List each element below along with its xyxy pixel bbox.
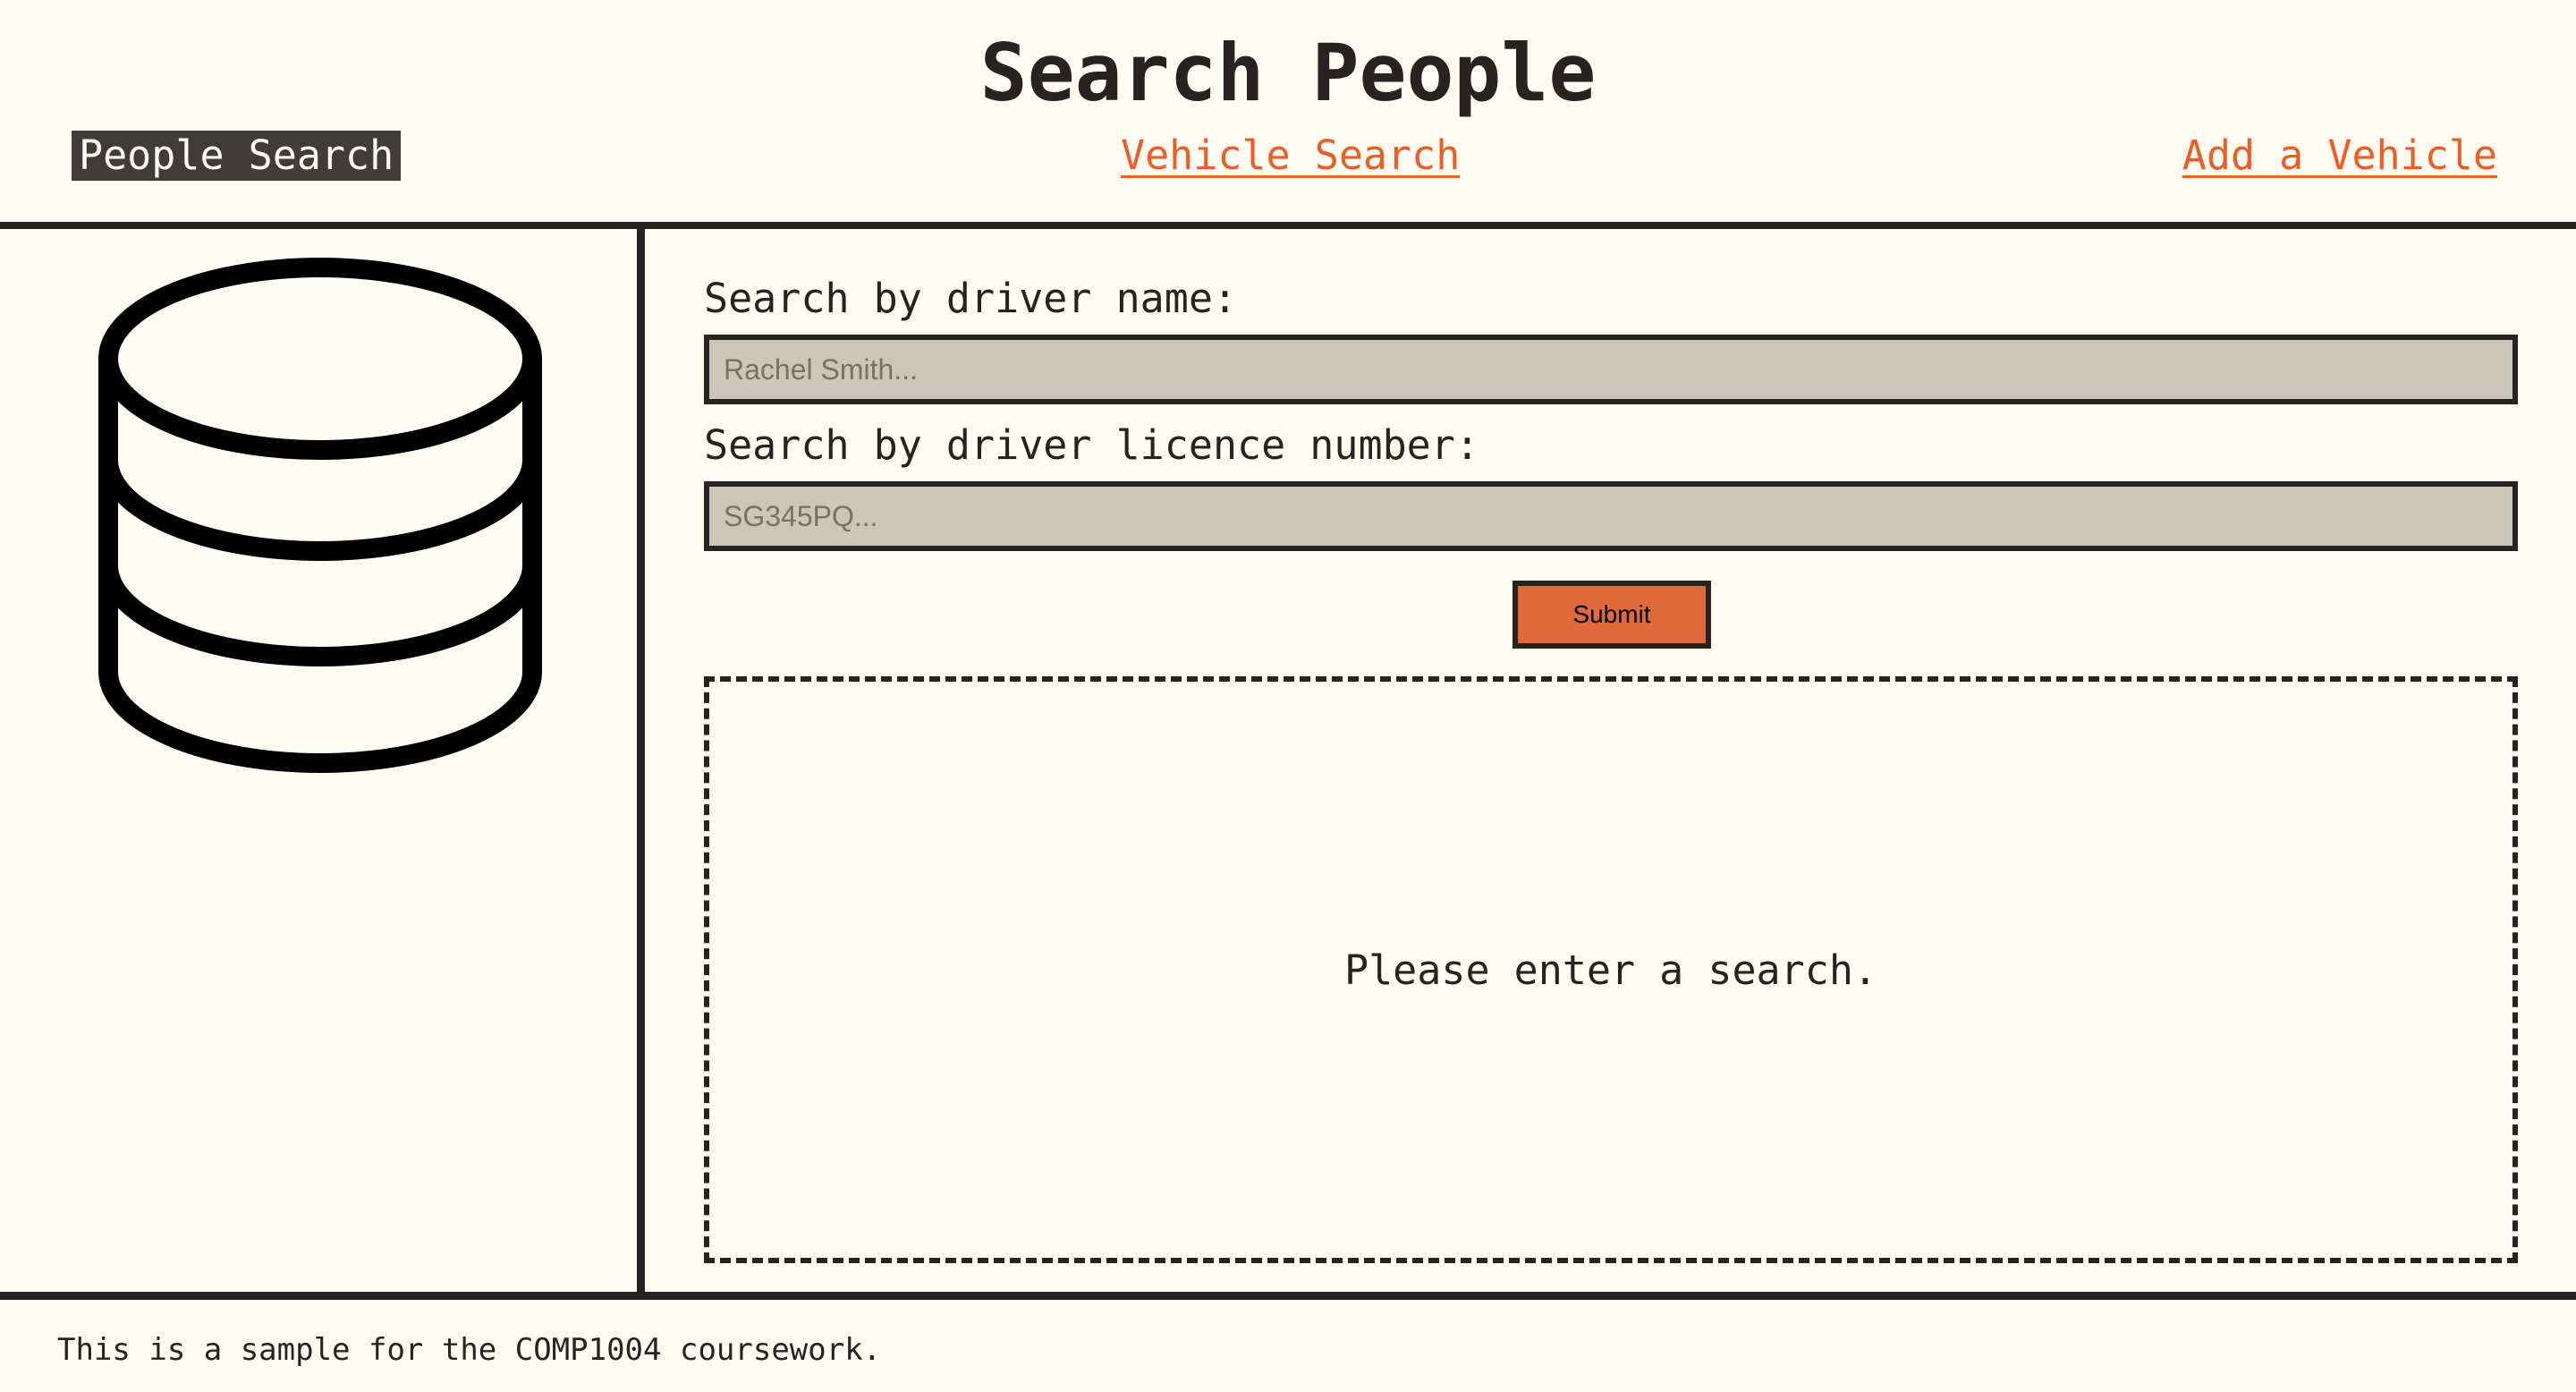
nav-add-vehicle[interactable]: Add a Vehicle <box>2182 131 2497 181</box>
licence-number-label: Search by driver licence number: <box>704 421 1479 469</box>
sidebar <box>0 229 645 1292</box>
nav-people-search[interactable]: People Search <box>72 131 402 181</box>
nav-vehicle-search[interactable]: Vehicle Search <box>1121 131 1460 181</box>
page-footer: This is a sample for the COMP1004 course… <box>0 1292 2576 1392</box>
driver-name-label: Search by driver name: <box>704 275 1238 322</box>
footer-text: This is a sample for the COMP1004 course… <box>57 1332 882 1368</box>
main-content: Search by driver name: Search by driver … <box>645 229 2576 1292</box>
results-message: Please enter a search. <box>1343 946 1878 994</box>
submit-button[interactable]: Submit <box>1513 581 1711 649</box>
licence-number-input[interactable] <box>704 481 2518 551</box>
page-header: Search People People Search Vehicle Sear… <box>0 0 2576 229</box>
driver-name-input[interactable] <box>704 335 2518 404</box>
page-title: Search People <box>979 27 1597 119</box>
results-panel: Please enter a search. <box>704 676 2518 1263</box>
database-icon <box>98 258 542 773</box>
